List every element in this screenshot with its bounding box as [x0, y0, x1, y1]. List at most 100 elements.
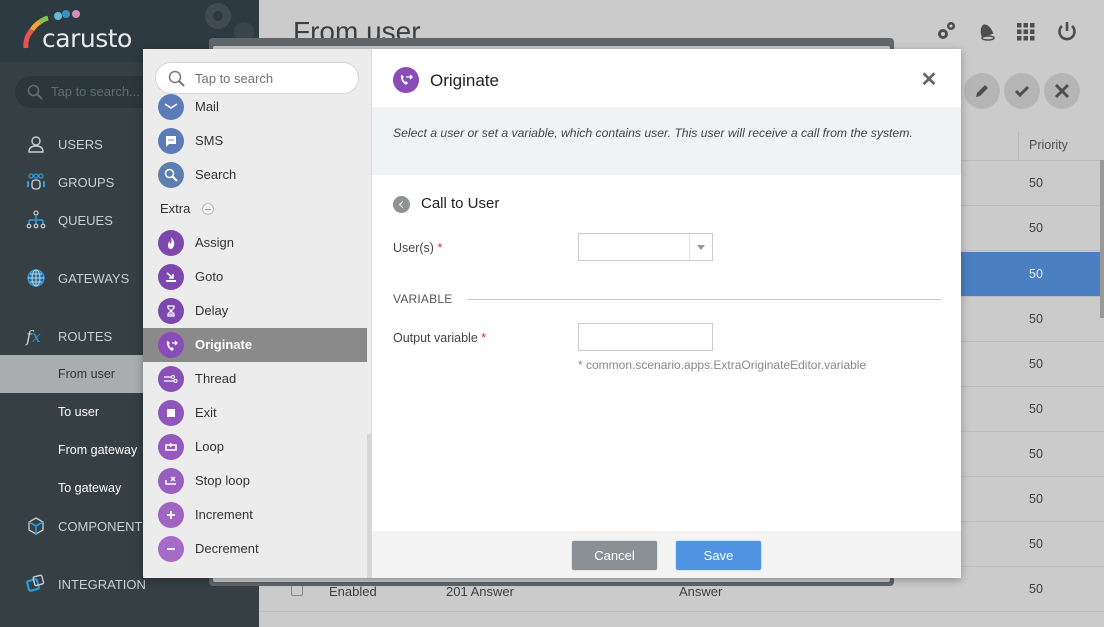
palette-search-placeholder: Tap to search: [195, 71, 274, 86]
row-action: Answer: [679, 584, 723, 599]
back-chevron-icon[interactable]: [393, 196, 410, 213]
palette-item-increment[interactable]: Increment: [143, 498, 367, 532]
select-divider: [689, 234, 690, 260]
queue-icon: [26, 210, 46, 229]
flame-icon: [158, 230, 184, 256]
row-priority: 50: [1029, 221, 1043, 235]
palette-item-sms[interactable]: SMS: [143, 124, 367, 158]
output-variable-label: Output variable *: [393, 331, 486, 345]
palette-item-label: Search: [195, 167, 237, 182]
cancel-button[interactable]: Cancel: [572, 541, 657, 570]
palette-item-label: Stop loop: [195, 473, 250, 488]
function-icon: fx: [26, 327, 41, 346]
row-priority: 50: [1029, 176, 1043, 190]
column-header-priority[interactable]: Priority: [1029, 138, 1068, 152]
required-mark: *: [481, 331, 487, 345]
edit-button[interactable]: [964, 73, 1000, 109]
palette-item-label: Increment: [195, 507, 253, 522]
output-variable-hint: * common.scenario.apps.ExtraOriginateEdi…: [578, 358, 867, 372]
save-button[interactable]: Save: [676, 541, 761, 570]
collapse-toggle-icon[interactable]: [202, 203, 214, 215]
users-select[interactable]: [578, 233, 713, 261]
palette-item-search[interactable]: Search: [143, 158, 367, 192]
bell-icon[interactable]: [975, 20, 997, 42]
loop-icon: [158, 434, 184, 460]
settings-icon[interactable]: [935, 20, 957, 42]
required-mark: *: [437, 241, 443, 255]
sidebar-item-label: COMPONENTS: [58, 518, 152, 534]
originate-editor: Originate ✕ Select a user or set a varia…: [372, 49, 961, 578]
sidebar-subitem-label: From user: [58, 367, 115, 381]
phone-forward-icon: [393, 67, 419, 93]
palette-item-label: Thread: [195, 371, 237, 386]
palette-item-exit[interactable]: Exit: [143, 396, 367, 430]
stop-icon: [158, 400, 184, 426]
phone-forward-icon: [158, 332, 184, 358]
sidebar-subitem-label: To gateway: [58, 481, 122, 495]
goto-icon: [158, 264, 184, 290]
group-icon: [27, 173, 45, 190]
row-priority: 50: [1029, 537, 1043, 551]
palette-item-assign[interactable]: Assign: [143, 226, 367, 260]
palette-item-delay[interactable]: Delay: [143, 294, 367, 328]
gear-icon: [205, 3, 254, 42]
palette-item-mail[interactable]: Mail: [143, 90, 367, 124]
search-icon: [168, 70, 185, 87]
discard-button[interactable]: [1044, 73, 1080, 109]
palette-item-label: SMS: [195, 133, 224, 148]
originate-modal: Tap to search Mail SMS Search Extra Assi…: [143, 49, 961, 578]
cube-icon: [28, 517, 44, 535]
integration-icon: [26, 574, 45, 592]
globe-icon: [27, 269, 45, 287]
chevron-down-icon: [697, 245, 705, 250]
palette-item-stop-loop[interactable]: Stop loop: [143, 464, 367, 498]
palette-item-decrement[interactable]: Decrement: [143, 532, 367, 566]
row-name: 201 Answer: [446, 584, 514, 599]
palette-item-goto[interactable]: Goto: [143, 260, 367, 294]
stop-loop-icon: [158, 468, 184, 494]
hourglass-icon: [158, 298, 184, 324]
palette-section-extra: Extra: [160, 201, 191, 216]
palette-item-thread[interactable]: Thread: [143, 362, 367, 396]
row-priority: 50: [1029, 447, 1043, 461]
edit-icon: [976, 85, 988, 97]
palette-item-label: Mail: [195, 99, 219, 114]
editor-header: Originate ✕: [372, 49, 961, 107]
check-icon: [1014, 85, 1030, 98]
close-icon: [1054, 83, 1070, 99]
editor-title: Originate: [430, 71, 499, 90]
section-divider: [468, 299, 941, 300]
search-icon: [27, 84, 43, 100]
sidebar-item-label: USERS: [58, 136, 103, 152]
sidebar-item-label: QUEUES: [58, 212, 113, 228]
palette-item-label: Exit: [195, 405, 217, 420]
power-icon[interactable]: [1056, 20, 1078, 42]
row-priority: 50: [1029, 357, 1043, 371]
column-divider: [1018, 132, 1019, 160]
palette-item-label: Originate: [195, 337, 253, 352]
sidebar-subitem-label: From gateway: [58, 443, 138, 457]
table-scrollbar[interactable]: [1100, 160, 1104, 318]
sidebar-subitem-label: To user: [58, 405, 99, 419]
palette-item-loop[interactable]: Loop: [143, 430, 367, 464]
apps-grid-icon[interactable]: [1016, 22, 1036, 42]
row-priority: 50: [1029, 312, 1043, 326]
palette-item-originate[interactable]: Originate: [143, 328, 367, 362]
palette-item-label: Loop: [195, 439, 224, 454]
confirm-button[interactable]: [1004, 73, 1040, 109]
sidebar-item-label: GROUPS: [58, 174, 115, 190]
sidebar-item-label: INTEGRATION: [58, 576, 146, 592]
user-icon: [28, 136, 44, 153]
palette-item-label: Delay: [195, 303, 229, 318]
output-variable-input[interactable]: [578, 323, 713, 351]
app-root: carusto Tap to search... USERS GROUPS QU…: [0, 0, 1104, 627]
row-status: Enabled: [329, 584, 377, 599]
plus-icon: [158, 502, 184, 528]
users-label-text: User(s): [393, 241, 434, 255]
close-icon[interactable]: ✕: [918, 69, 940, 91]
row-priority: 50: [1029, 267, 1043, 281]
editor-footer: Cancel Save: [372, 531, 961, 578]
call-to-user-label: Call to User: [421, 195, 500, 212]
sidebar-search-placeholder: Tap to search...: [51, 84, 140, 99]
table-row[interactable]: Enabled 201 Answer Answer: [259, 580, 1104, 625]
